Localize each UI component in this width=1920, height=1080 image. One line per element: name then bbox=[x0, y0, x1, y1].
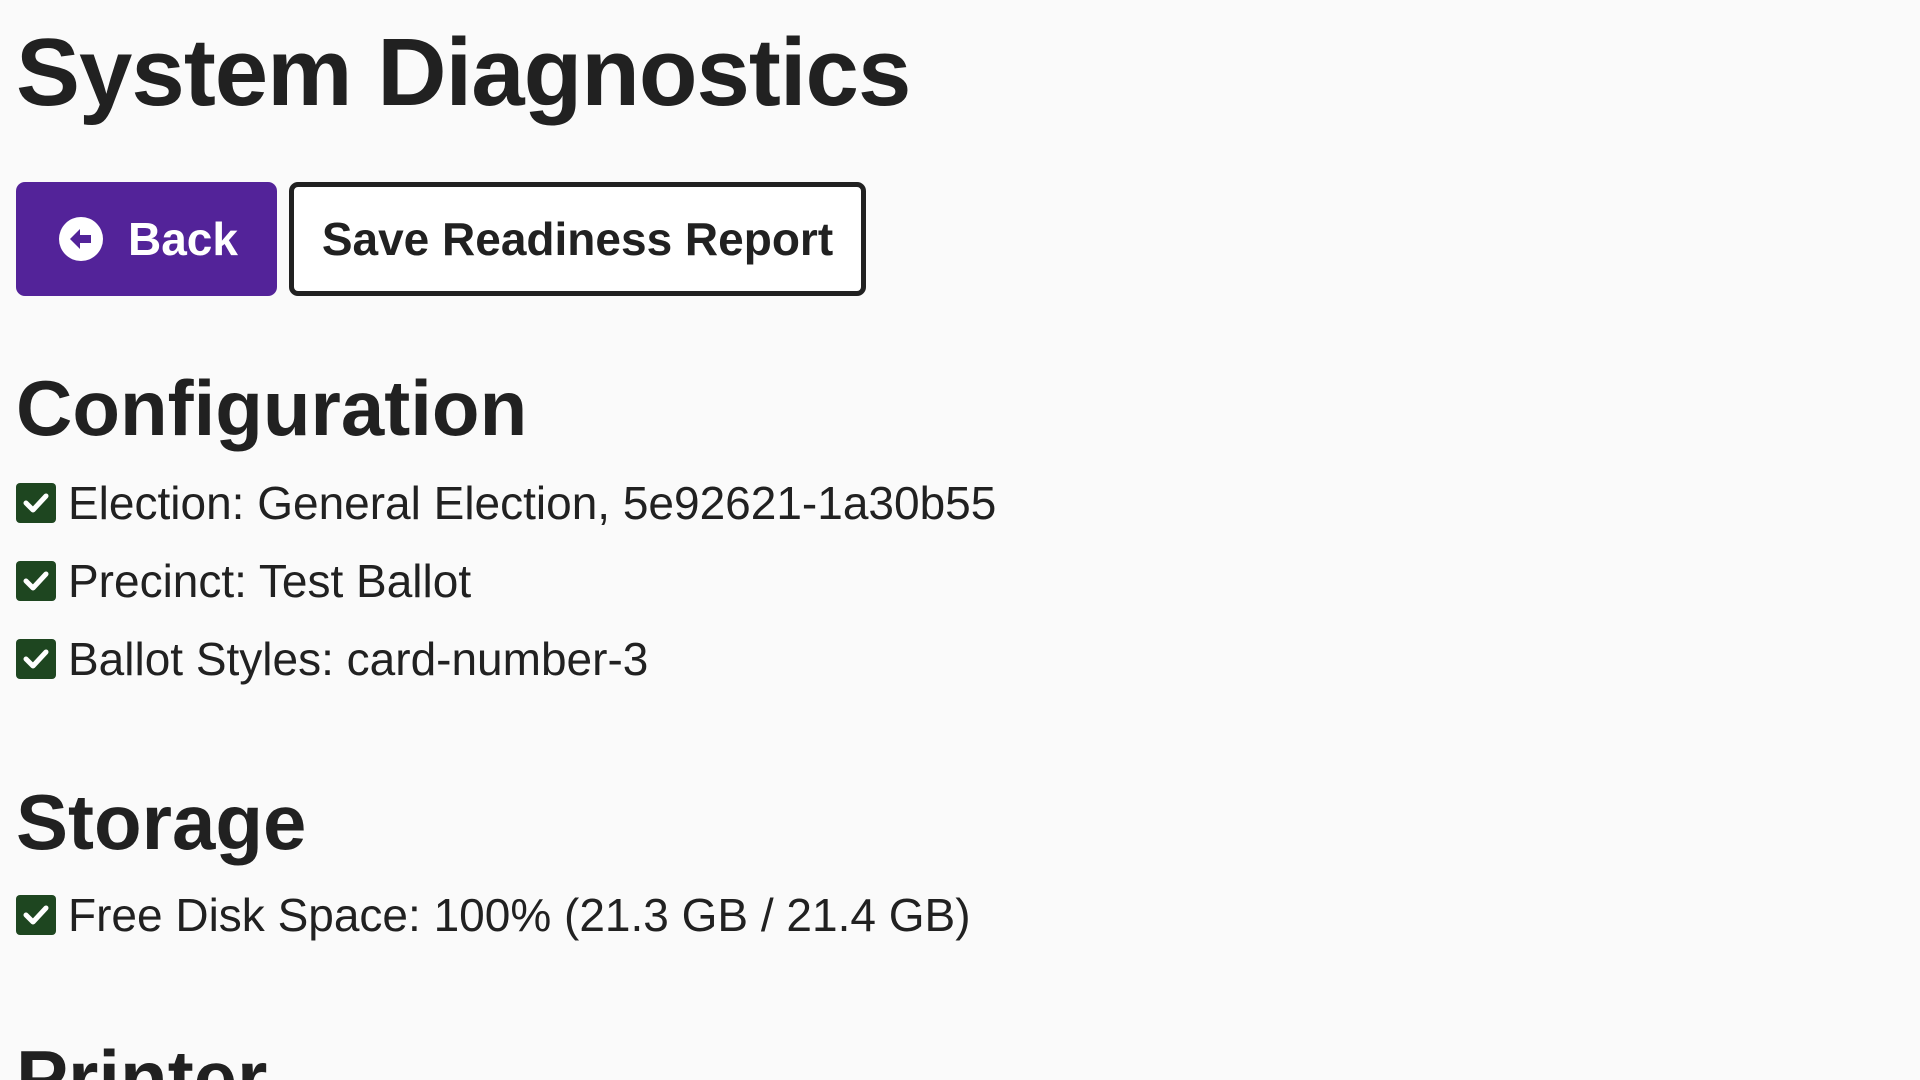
checkbox-checked-icon bbox=[16, 895, 56, 935]
configuration-heading: Configuration bbox=[16, 364, 528, 452]
checkbox-checked-icon bbox=[16, 639, 56, 679]
checkbox-checked-icon bbox=[16, 561, 56, 601]
printer-heading: Printer bbox=[16, 1034, 268, 1080]
config-item-ballot-styles: Ballot Styles: card-number-3 bbox=[16, 632, 648, 686]
config-item-text: Precinct: Test Ballot bbox=[68, 555, 472, 607]
checkbox-checked-icon bbox=[16, 483, 56, 523]
back-button-label: Back bbox=[128, 213, 238, 265]
page-title: System Diagnostics bbox=[16, 19, 911, 126]
config-item-election: Election: General Election, 5e92621-1a30… bbox=[16, 476, 996, 530]
toolbar: Back Save Readiness Report bbox=[16, 182, 866, 296]
save-readiness-report-button[interactable]: Save Readiness Report bbox=[289, 182, 866, 296]
config-item-text: Election: General Election, 5e92621-1a30… bbox=[68, 477, 997, 529]
storage-heading: Storage bbox=[16, 778, 307, 866]
config-item-text: Ballot Styles: card-number-3 bbox=[68, 633, 649, 685]
config-item-precinct: Precinct: Test Ballot bbox=[16, 554, 471, 608]
back-button[interactable]: Back bbox=[16, 182, 277, 296]
storage-item-free-disk-space: Free Disk Space: 100% (21.3 GB / 21.4 GB… bbox=[16, 888, 971, 942]
circle-arrow-left-icon bbox=[58, 216, 104, 262]
storage-item-text: Free Disk Space: 100% (21.3 GB / 21.4 GB… bbox=[68, 889, 971, 941]
diagnostics-page: System Diagnostics Back Save Readiness R… bbox=[0, 0, 1920, 1080]
save-readiness-report-label: Save Readiness Report bbox=[321, 213, 834, 265]
